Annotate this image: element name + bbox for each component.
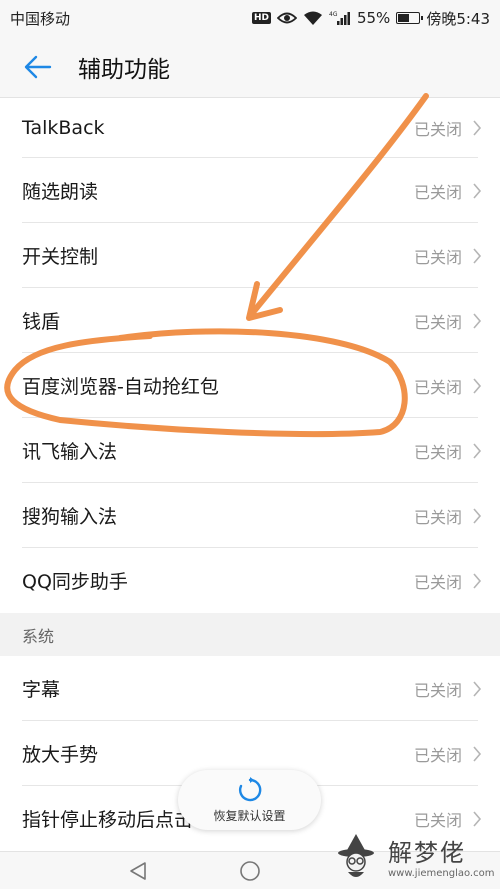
item-label: 搜狗输入法 — [22, 506, 118, 528]
battery-icon — [396, 12, 424, 24]
list-item-captions[interactable]: 字幕 已关闭 — [0, 656, 500, 721]
item-status: 已关闭 — [413, 247, 462, 267]
chevron-right-icon — [473, 312, 482, 329]
item-label: 字幕 — [22, 679, 61, 701]
chevron-right-icon — [473, 572, 482, 589]
arrow-left-icon — [24, 55, 52, 78]
network-type-label: 4G — [329, 11, 338, 18]
item-label: 放大手势 — [22, 744, 99, 766]
list-item-talkback[interactable]: TalkBack 已关闭 — [0, 98, 500, 158]
chevron-right-icon — [473, 377, 482, 394]
item-label: 钱盾 — [22, 311, 61, 333]
battery-percent: 55% — [356, 9, 391, 27]
back-button[interactable] — [8, 36, 68, 98]
list-item-sogou-input[interactable]: 搜狗输入法 已关闭 — [0, 483, 500, 548]
chevron-right-icon — [473, 182, 482, 199]
clock: 傍晚5:43 — [426, 9, 490, 28]
signal-icon: 4G — [329, 11, 350, 25]
nav-home-button[interactable] — [225, 852, 275, 889]
item-status: 已关闭 — [413, 120, 462, 139]
chevron-right-icon — [473, 507, 482, 524]
item-status: 已关闭 — [413, 572, 462, 592]
battery-fill — [398, 14, 409, 22]
chevron-right-icon — [473, 745, 482, 762]
section-header-system: 系统 — [0, 613, 500, 656]
item-label: 随选朗读 — [22, 181, 99, 203]
list-item-xunfei-input[interactable]: 讯飞输入法 已关闭 — [0, 418, 500, 483]
list-item-switch-access[interactable]: 开关控制 已关闭 — [0, 223, 500, 288]
watermark-url: www.jiemenglao.com — [388, 867, 495, 879]
hd-icon: HD — [251, 12, 271, 24]
item-status: 已关闭 — [413, 312, 462, 332]
circle-home-icon — [240, 861, 260, 881]
eye-icon — [276, 12, 297, 24]
restore-defaults-label: 恢复默认设置 — [213, 808, 286, 823]
page-title: 辅助功能 — [78, 56, 170, 83]
list-item-qiandun[interactable]: 钱盾 已关闭 — [0, 288, 500, 353]
item-label: 开关控制 — [22, 246, 99, 268]
item-label: 百度浏览器-自动抢红包 — [22, 376, 219, 398]
chevron-right-icon — [473, 120, 482, 136]
item-status: 已关闭 — [413, 442, 462, 462]
item-status: 已关闭 — [413, 182, 462, 202]
app-bar: 辅助功能 — [0, 36, 500, 98]
chevron-right-icon — [473, 680, 482, 697]
fortune-teller-logo-icon — [338, 833, 374, 877]
item-label: TalkBack — [22, 117, 105, 139]
watermark: 解梦佬 www.jiemenglao.com — [330, 822, 500, 889]
item-status: 已关闭 — [413, 507, 462, 527]
list-item-baidu-red-packet[interactable]: 百度浏览器-自动抢红包 已关闭 — [0, 353, 500, 418]
chevron-right-icon — [473, 442, 482, 459]
refresh-icon — [238, 776, 261, 801]
chevron-right-icon — [473, 247, 482, 264]
item-status: 已关闭 — [413, 680, 462, 700]
nav-back-button[interactable] — [113, 852, 163, 889]
triangle-back-icon — [130, 862, 146, 880]
item-label: 讯飞输入法 — [22, 441, 118, 463]
restore-defaults-button[interactable]: 恢复默认设置 — [178, 770, 321, 830]
watermark-title: 解梦佬 — [388, 838, 466, 867]
wifi-icon — [303, 11, 322, 25]
item-status: 已关闭 — [413, 745, 462, 765]
item-label: QQ同步助手 — [22, 571, 128, 593]
carrier-label: 中国移动 — [10, 9, 71, 28]
status-icons: HD 4G 55% 傍晚5:43 — [251, 8, 490, 29]
services-list: TalkBack 已关闭 随选朗读 已关闭 开关控制 已关闭 钱盾 已关闭 百度… — [0, 98, 500, 613]
item-status: 已关闭 — [413, 377, 462, 397]
status-bar: 中国移动 HD 4G 55% 傍晚5:43 — [0, 0, 500, 36]
list-item-select-to-speak[interactable]: 随选朗读 已关闭 — [0, 158, 500, 223]
list-item-qq-sync[interactable]: QQ同步助手 已关闭 — [0, 548, 500, 613]
